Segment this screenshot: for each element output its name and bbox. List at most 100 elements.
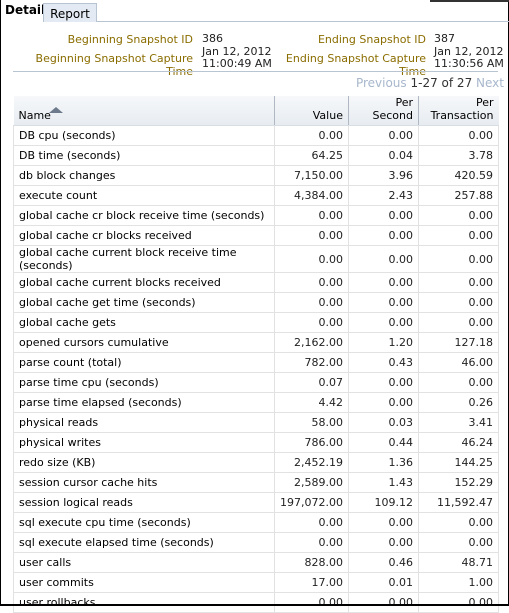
metric-value: 2,589.00 <box>274 472 349 493</box>
metric-per-transaction: 46.24 <box>417 432 500 453</box>
metric-per-transaction: 257.88 <box>417 185 500 206</box>
metric-per-transaction: 3.78 <box>417 145 500 166</box>
metric-per-transaction: 0.00 <box>417 512 500 533</box>
metric-per-transaction: 0.00 <box>417 312 500 333</box>
table-row[interactable]: parse time elapsed (seconds) 4.42 0.00 0.26 <box>13 392 500 413</box>
table-row[interactable]: global cache cr block receive time (seco… <box>13 205 500 226</box>
table-row[interactable]: session logical reads 197,072.00 109.12 11,… <box>13 492 500 513</box>
table-row[interactable]: DB cpu (seconds) 0.00 0.00 0.00 <box>13 125 500 146</box>
metric-name: sql execute elapsed time (seconds) <box>13 532 275 553</box>
previous-link[interactable]: Previous <box>356 76 407 90</box>
sort-ascending-icon[interactable] <box>48 107 63 113</box>
metric-value: 197,072.00 <box>274 492 349 513</box>
table-row[interactable]: sql execute cpu time (seconds) 0.00 0.00 0.… <box>13 512 500 533</box>
metric-per-transaction: 0.00 <box>417 125 500 146</box>
column-header-value[interactable]: Value <box>274 96 349 126</box>
divider <box>13 71 498 72</box>
metric-per-second: 3.96 <box>347 165 419 186</box>
table-row[interactable]: global cache cr blocks received 0.00 0.00 0… <box>13 225 500 246</box>
metric-value: 782.00 <box>274 352 349 373</box>
page-range: 1-27 of 27 <box>410 76 473 90</box>
metric-per-second: 0.00 <box>347 205 419 226</box>
table-row[interactable]: physical reads 58.00 0.03 3.41 <box>13 412 500 433</box>
table-row[interactable]: global cache gets 0.00 0.00 0.00 <box>13 312 500 333</box>
column-header-per-transaction[interactable]: Per Transaction <box>418 96 499 126</box>
metric-name: user calls <box>13 552 275 573</box>
metric-value: 64.25 <box>274 145 349 166</box>
table-row[interactable]: redo size (KB) 2,452.19 1.36 144.25 <box>13 452 500 473</box>
metric-name: session logical reads <box>13 492 275 513</box>
metric-per-second: 0.44 <box>347 432 419 453</box>
tab-report[interactable]: Report <box>43 3 97 22</box>
metric-per-transaction: 152.29 <box>417 472 500 493</box>
metric-per-second: 2.43 <box>347 185 419 206</box>
metric-value: 0.00 <box>274 592 349 613</box>
end-capture-clock: 11:30:56 AM <box>434 57 504 70</box>
metric-value: 0.00 <box>274 205 349 226</box>
metric-per-transaction: 3.41 <box>417 412 500 433</box>
table-row[interactable]: user commits 17.00 0.01 1.00 <box>13 572 500 593</box>
metric-per-transaction: 46.00 <box>417 352 500 373</box>
metric-per-transaction: 0.00 <box>417 245 500 273</box>
metric-per-transaction: 1.00 <box>417 572 500 593</box>
metric-value: 58.00 <box>274 412 349 433</box>
metric-name: DB cpu (seconds) <box>13 125 275 146</box>
metric-per-second: 0.04 <box>347 145 419 166</box>
table-row[interactable]: global cache current block receive time … <box>13 245 500 273</box>
metric-value: 17.00 <box>274 572 349 593</box>
metric-value: 4.42 <box>274 392 349 413</box>
metric-name: session cursor cache hits <box>13 472 275 493</box>
metric-name: global cache gets <box>13 312 275 333</box>
metric-per-second: 0.00 <box>347 225 419 246</box>
table-row[interactable]: session cursor cache hits 2,589.00 1.43 152… <box>13 472 500 493</box>
metric-per-transaction: 0.00 <box>417 272 500 293</box>
metric-value: 828.00 <box>274 552 349 573</box>
end-snapshot-id-value: 387 <box>434 32 455 45</box>
end-capture-time-value: Jan 12, 2012 11:30:56 AM <box>434 46 504 70</box>
column-header-per-second[interactable]: Per Second <box>348 96 419 126</box>
metric-per-transaction: 0.00 <box>417 205 500 226</box>
metric-per-second: 1.43 <box>347 472 419 493</box>
metric-name: global cache get time (seconds) <box>13 292 275 313</box>
column-header-name[interactable]: Name <box>13 96 275 126</box>
metric-name: DB time (seconds) <box>13 145 275 166</box>
metric-name: user rollbacks <box>13 592 275 613</box>
metric-per-second: 0.00 <box>347 245 419 273</box>
metric-name: parse count (total) <box>13 352 275 373</box>
metric-per-second: 0.01 <box>347 572 419 593</box>
table-row[interactable]: global cache current blocks received 0.00… <box>13 272 500 293</box>
metric-per-transaction: 48.71 <box>417 552 500 573</box>
table-row[interactable]: sql execute elapsed time (seconds) 0.00 0.… <box>13 532 500 553</box>
metric-name: execute count <box>13 185 275 206</box>
metric-name: user commits <box>13 572 275 593</box>
table-row[interactable]: global cache get time (seconds) 0.00 0.00 0… <box>13 292 500 313</box>
metric-name: global cache current blocks received <box>13 272 275 293</box>
table-header-row: Name Value Per Second Per Transaction <box>13 96 499 126</box>
metric-value: 2,162.00 <box>274 332 349 353</box>
table-row[interactable]: user rollbacks 0.00 0.00 0.00 <box>13 592 500 613</box>
metric-per-transaction: 127.18 <box>417 332 500 353</box>
table-row[interactable]: user calls 828.00 0.46 48.71 <box>13 552 500 573</box>
column-header-name-label: Name <box>18 109 51 122</box>
metric-per-second: 0.03 <box>347 412 419 433</box>
table-row[interactable]: parse count (total) 782.00 0.43 46.00 <box>13 352 500 373</box>
metrics-table: Name Value Per Second Per Transaction DB… <box>13 96 500 613</box>
metric-name: global cache current block receive time … <box>13 245 275 273</box>
begin-capture-time-value: Jan 12, 2012 11:00:49 AM <box>202 46 272 70</box>
metric-per-second: 0.00 <box>347 392 419 413</box>
table-row[interactable]: execute count 4,384.00 2.43 257.88 <box>13 185 500 206</box>
metric-per-second: 0.00 <box>347 312 419 333</box>
table-row[interactable]: opened cursors cumulative 2,162.00 1.20 127… <box>13 332 500 353</box>
table-row[interactable]: physical writes 786.00 0.44 46.24 <box>13 432 500 453</box>
table-row[interactable]: DB time (seconds) 64.25 0.04 3.78 <box>13 145 500 166</box>
next-link[interactable]: Next <box>476 76 504 90</box>
metric-value: 2,452.19 <box>274 452 349 473</box>
metric-per-transaction: 144.25 <box>417 452 500 473</box>
metric-name: physical writes <box>13 432 275 453</box>
metric-value: 0.00 <box>274 225 349 246</box>
begin-capture-time-label: Beginning Snapshot Capture Time <box>35 52 193 78</box>
metric-per-transaction: 0.00 <box>417 532 500 553</box>
table-row[interactable]: parse time cpu (seconds) 0.07 0.00 0.00 <box>13 372 500 393</box>
metric-value: 0.00 <box>274 512 349 533</box>
table-row[interactable]: db block changes 7,150.00 3.96 420.59 <box>13 165 500 186</box>
